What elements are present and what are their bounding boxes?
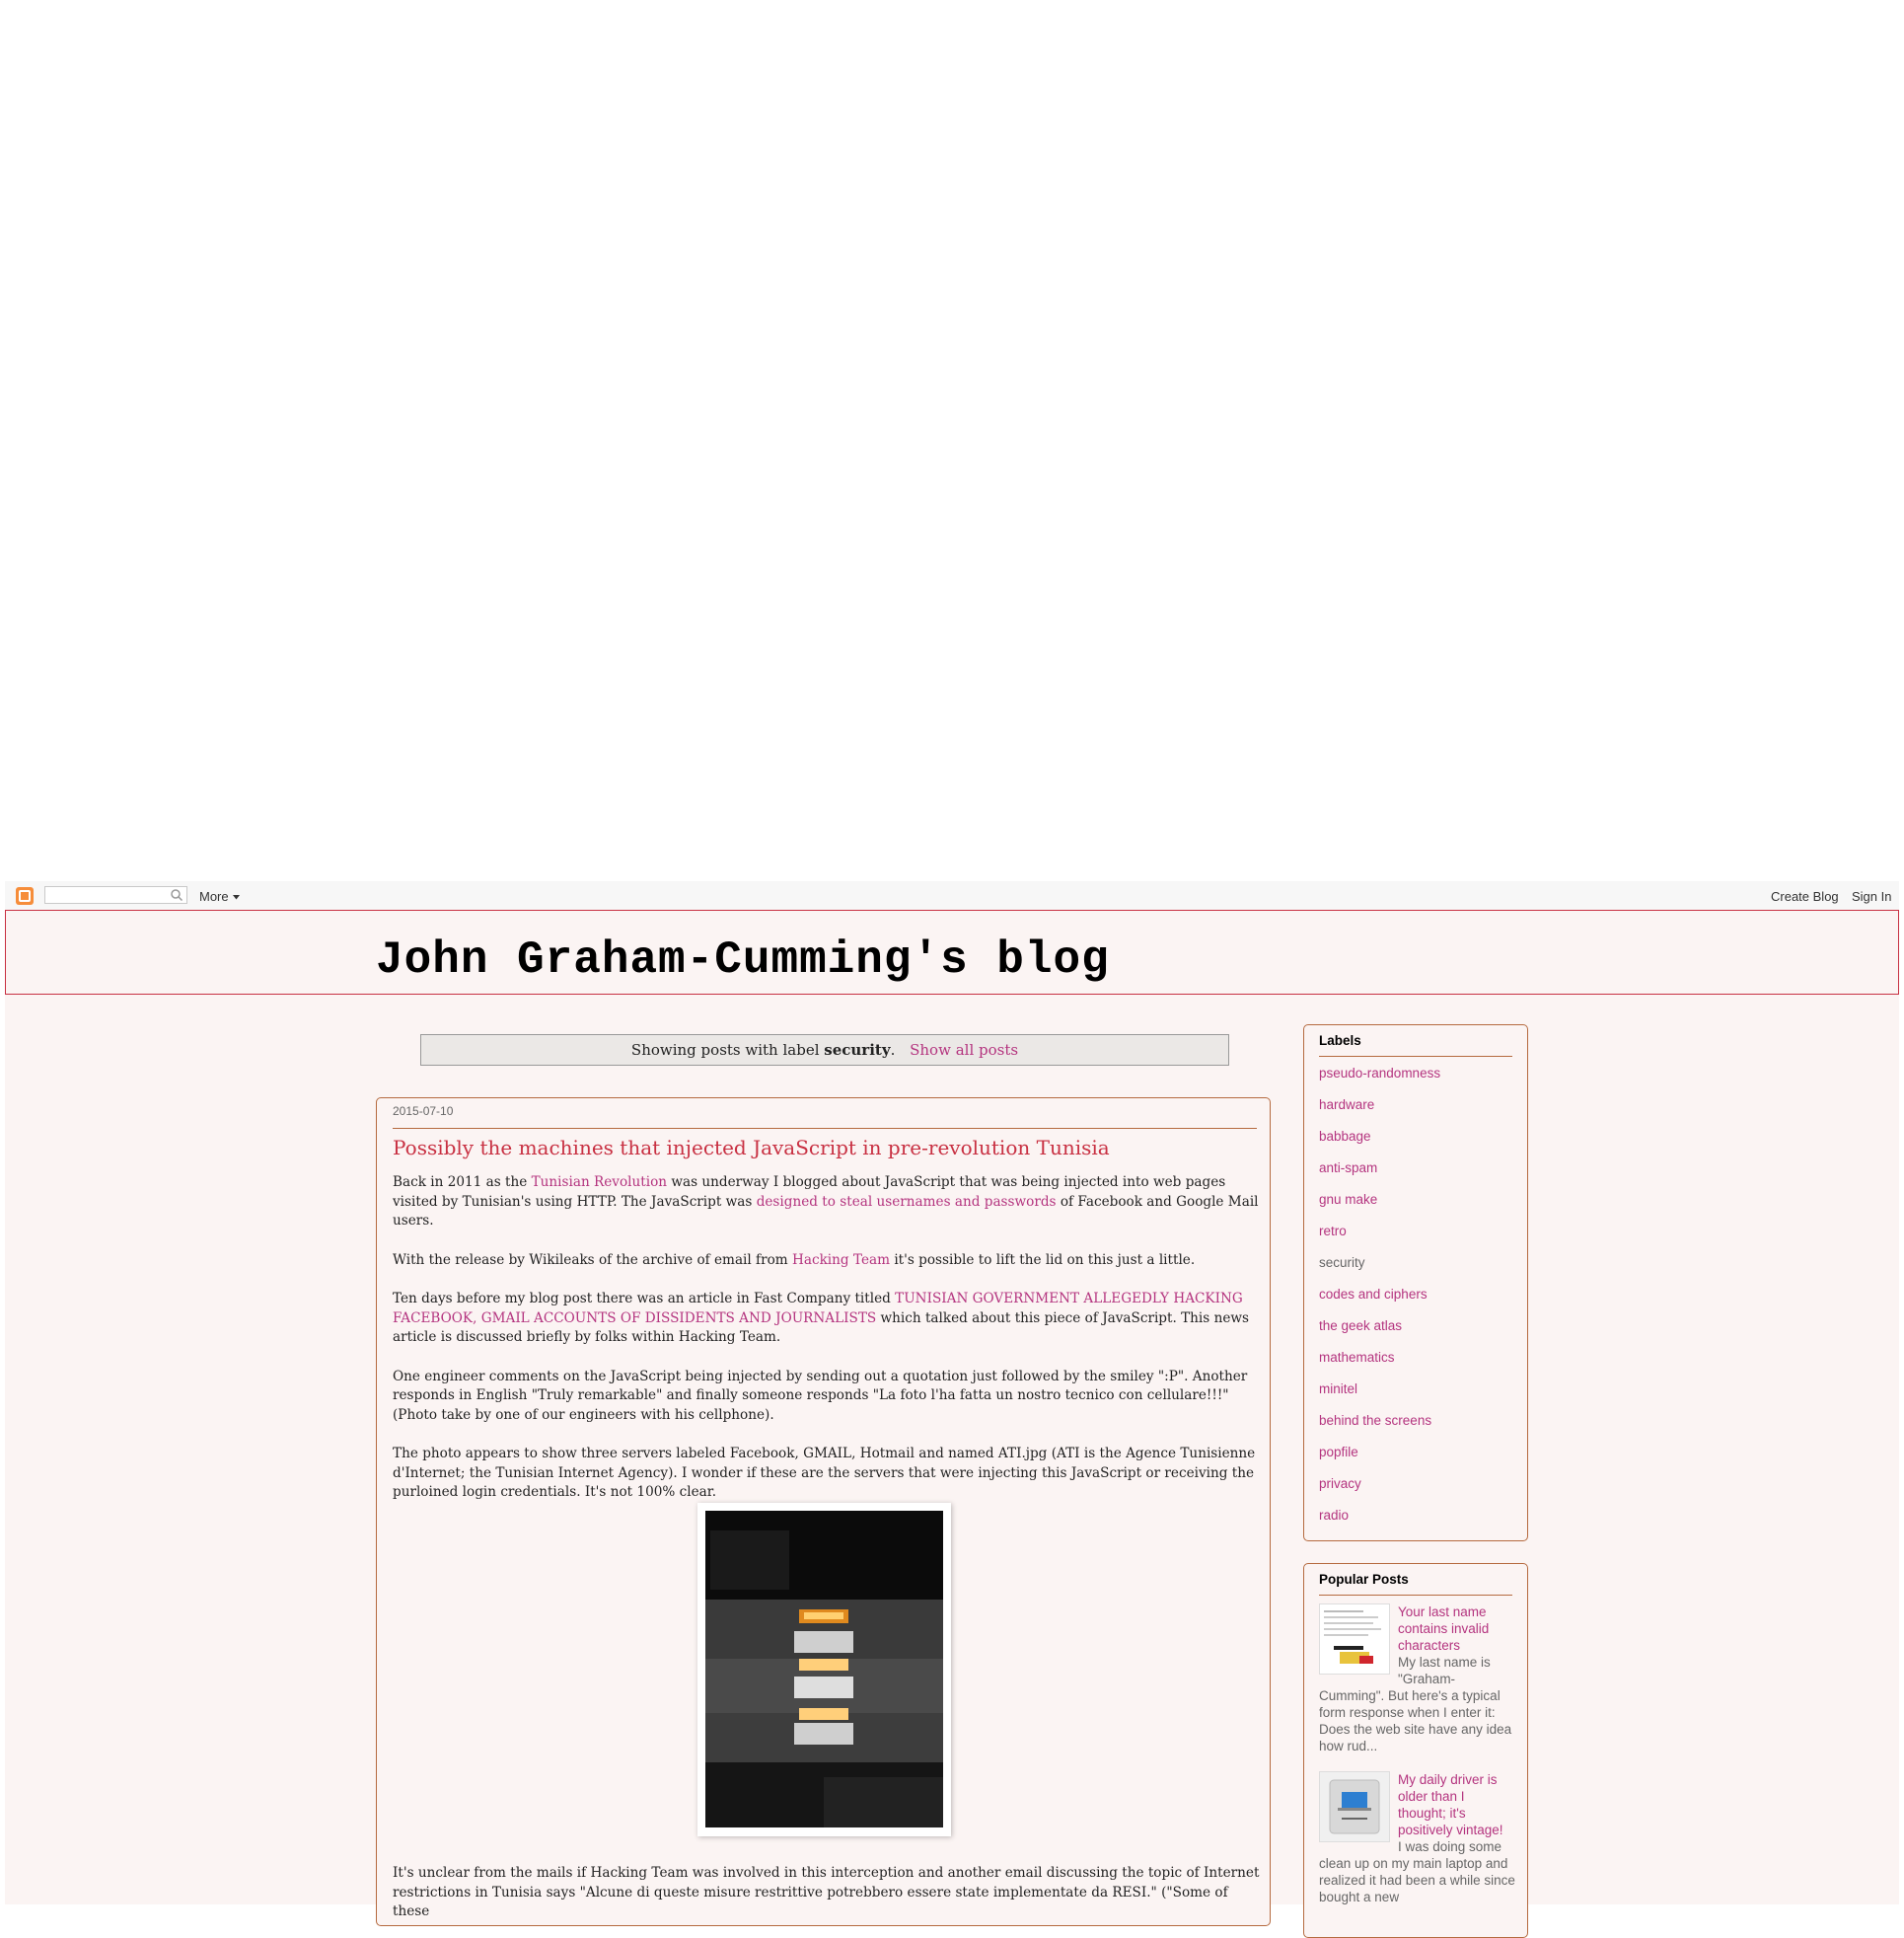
label-item: hardware bbox=[1319, 1096, 1440, 1128]
widget-divider bbox=[1319, 1595, 1512, 1596]
more-menu[interactable]: More bbox=[199, 889, 241, 904]
label-link-behind-the-screens[interactable]: behind the screens bbox=[1319, 1413, 1431, 1428]
search-icon[interactable] bbox=[170, 888, 183, 902]
label-link-babbage[interactable]: babbage bbox=[1319, 1129, 1371, 1144]
blog-header: John Graham-Cumming's blog bbox=[5, 910, 1899, 995]
popular-post-item: My daily driver is older than I thought;… bbox=[1319, 1771, 1516, 1905]
label-item: gnu make bbox=[1319, 1191, 1440, 1223]
blog-post: 2015-07-10 Possibly the machines that in… bbox=[376, 1097, 1271, 1926]
label-item: retro bbox=[1319, 1223, 1440, 1254]
blogger-logo-icon[interactable] bbox=[16, 887, 34, 905]
search-input[interactable] bbox=[44, 886, 187, 904]
laptop-thumbnail-image bbox=[1320, 1772, 1389, 1841]
steal-passwords-link[interactable]: designed to steal usernames and password… bbox=[757, 1194, 1057, 1210]
sign-in-link[interactable]: Sign In bbox=[1852, 889, 1891, 904]
post-paragraph: Back in 2011 as the Tunisian Revolution … bbox=[393, 1173, 1261, 1231]
post-paragraph: The photo appears to show three servers … bbox=[393, 1446, 1256, 1500]
label-link-anti-spam[interactable]: anti-spam bbox=[1319, 1160, 1377, 1175]
label-item: popfile bbox=[1319, 1444, 1440, 1475]
label-link-hardware[interactable]: hardware bbox=[1319, 1097, 1374, 1112]
post-paragraph: With the release by Wikileaks of the arc… bbox=[393, 1251, 1261, 1271]
label-item: security bbox=[1319, 1254, 1440, 1286]
popular-posts-widget: Popular Posts Your last name contains in… bbox=[1303, 1563, 1528, 1938]
status-suffix: . bbox=[890, 1041, 896, 1059]
blog-title[interactable]: John Graham-Cumming's blog bbox=[376, 934, 1110, 986]
post-body-continued: It's unclear from the mails if Hacking T… bbox=[393, 1864, 1261, 1922]
label-item: behind the screens bbox=[1319, 1412, 1440, 1444]
label-link-retro[interactable]: retro bbox=[1319, 1224, 1347, 1238]
status-label: security bbox=[824, 1041, 891, 1059]
status-prefix: Showing posts with label bbox=[630, 1041, 820, 1059]
label-item: the geek atlas bbox=[1319, 1317, 1440, 1349]
text: Ten days before my blog post there was a… bbox=[393, 1291, 896, 1306]
popular-post-thumbnail[interactable] bbox=[1319, 1771, 1390, 1842]
labels-list: pseudo-randomness hardware babbage anti-… bbox=[1319, 1065, 1440, 1538]
post-paragraph: It's unclear from the mails if Hacking T… bbox=[393, 1865, 1260, 1919]
widget-divider bbox=[1319, 1056, 1512, 1057]
label-link-gnu-make[interactable]: gnu make bbox=[1319, 1192, 1377, 1207]
label-item: radio bbox=[1319, 1507, 1440, 1538]
caret-down-icon bbox=[233, 895, 241, 900]
blogger-navbar: More Create Blog Sign In bbox=[5, 881, 1899, 911]
label-link-minitel[interactable]: minitel bbox=[1319, 1381, 1357, 1396]
post-date: 2015-07-10 bbox=[393, 1104, 454, 1118]
post-body: Back in 2011 as the Tunisian Revolution … bbox=[393, 1173, 1261, 1523]
hacking-team-link[interactable]: Hacking Team bbox=[792, 1252, 890, 1268]
label-link-codes-and-ciphers[interactable]: codes and ciphers bbox=[1319, 1287, 1428, 1302]
labels-widget: Labels pseudo-randomness hardware babbag… bbox=[1303, 1024, 1528, 1541]
post-title[interactable]: Possibly the machines that injected Java… bbox=[393, 1136, 1110, 1159]
popular-post-thumbnail[interactable] bbox=[1319, 1603, 1390, 1675]
create-blog-link[interactable]: Create Blog bbox=[1771, 889, 1839, 904]
post-divider bbox=[393, 1128, 1257, 1129]
label-item: babbage bbox=[1319, 1128, 1440, 1159]
label-current-security: security bbox=[1319, 1255, 1365, 1270]
label-item: mathematics bbox=[1319, 1349, 1440, 1380]
label-link-pseudo-randomness[interactable]: pseudo-randomness bbox=[1319, 1066, 1440, 1081]
text: Back in 2011 as the bbox=[393, 1174, 532, 1190]
text: With the release by Wikileaks of the arc… bbox=[393, 1251, 792, 1268]
form-screenshot-thumbnail-image bbox=[1320, 1604, 1389, 1674]
label-item: pseudo-randomness bbox=[1319, 1065, 1440, 1096]
more-label: More bbox=[199, 889, 229, 904]
show-all-posts-link[interactable]: Show all posts bbox=[910, 1041, 1018, 1059]
tunisian-revolution-link[interactable]: Tunisian Revolution bbox=[532, 1174, 667, 1190]
popular-post-item: Your last name contains invalid characte… bbox=[1319, 1603, 1516, 1754]
post-paragraph: Ten days before my blog post there was a… bbox=[393, 1290, 1261, 1348]
popular-post-snippet: I was doing some clean up on my main lap… bbox=[1319, 1839, 1515, 1904]
label-link-popfile[interactable]: popfile bbox=[1319, 1445, 1358, 1459]
label-filter-status: Showing posts with label security. Show … bbox=[420, 1034, 1229, 1066]
label-link-privacy[interactable]: privacy bbox=[1319, 1476, 1361, 1491]
label-item: privacy bbox=[1319, 1475, 1440, 1507]
text: it's possible to lift the lid on this ju… bbox=[890, 1251, 1196, 1268]
server-photo-image bbox=[705, 1511, 943, 1827]
server-photo[interactable] bbox=[697, 1503, 951, 1836]
label-link-the-geek-atlas[interactable]: the geek atlas bbox=[1319, 1318, 1402, 1333]
post-paragraph: One engineer comments on the JavaScript … bbox=[393, 1368, 1248, 1423]
label-item: codes and ciphers bbox=[1319, 1286, 1440, 1317]
label-link-mathematics[interactable]: mathematics bbox=[1319, 1350, 1395, 1365]
labels-widget-title: Labels bbox=[1319, 1033, 1361, 1048]
label-item: minitel bbox=[1319, 1380, 1440, 1412]
label-link-radio[interactable]: radio bbox=[1319, 1508, 1349, 1523]
popular-posts-title: Popular Posts bbox=[1319, 1572, 1409, 1587]
label-item: anti-spam bbox=[1319, 1159, 1440, 1191]
